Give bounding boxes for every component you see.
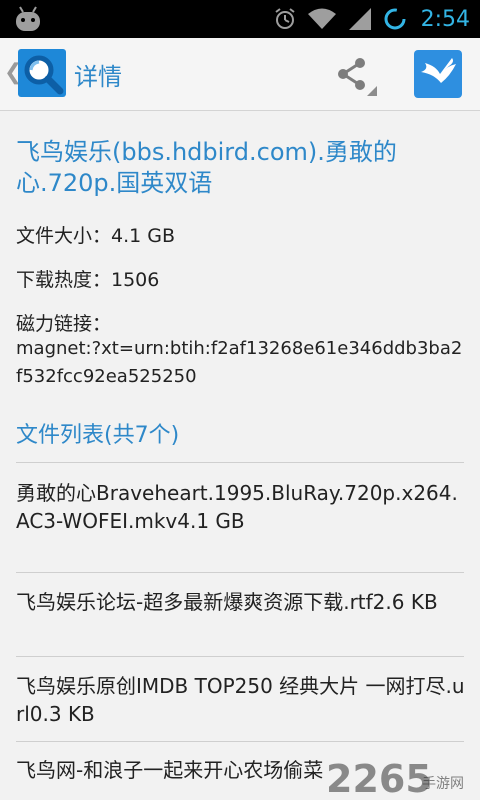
magnet-link[interactable]: magnet:?xt=urn:btih:f2af13268e61e346ddb3…: [16, 335, 466, 391]
search-app-logo-icon[interactable]: [18, 49, 66, 97]
sync-icon: [384, 8, 406, 30]
file-list-item[interactable]: 勇敢的心Braveheart.1995.BluRay.720p.x264.AC3…: [16, 479, 466, 535]
resource-title: 飞鸟娱乐(bbs.hdbird.com).勇敢的心.720p.国英双语: [16, 138, 397, 197]
action-bar: ❮ 详情: [0, 38, 480, 111]
wifi-icon: [307, 8, 336, 29]
status-time: 2:54: [420, 6, 470, 32]
android-icon: [16, 6, 40, 31]
status-bar: 2:54: [0, 0, 480, 38]
svg-text:手游网: 手游网: [422, 776, 464, 792]
divider: [16, 572, 464, 573]
bird-app-icon[interactable]: [414, 50, 462, 98]
share-icon[interactable]: [332, 54, 372, 94]
signal-icon: [348, 8, 371, 30]
file-size: 文件大小：4.1 GB: [16, 225, 176, 247]
file-list-item[interactable]: 飞鸟娱乐原创IMDB TOP250 经典大片 一网打尽.url0.3 KB: [16, 672, 466, 728]
file-list-heading: 文件列表(共7个): [16, 423, 180, 448]
site-watermark-logo: 2265 手游网: [326, 758, 464, 798]
download-heat: 下载热度：1506: [16, 269, 160, 291]
divider: [16, 656, 464, 657]
alarm-icon: [274, 8, 295, 29]
divider: [16, 462, 464, 463]
overflow-indicator-icon: [367, 86, 377, 96]
magnet-label: 磁力链接：: [16, 313, 112, 335]
divider: [16, 741, 464, 742]
page-title: 详情: [74, 63, 122, 91]
detail-content[interactable]: 飞鸟娱乐(bbs.hdbird.com).勇敢的心.720p.国英双语 文件大小…: [0, 111, 480, 800]
svg-text:2265: 2265: [326, 758, 432, 798]
file-list-item[interactable]: 飞鸟娱乐论坛-超多最新爆爽资源下载.rtf2.6 KB: [16, 588, 466, 616]
